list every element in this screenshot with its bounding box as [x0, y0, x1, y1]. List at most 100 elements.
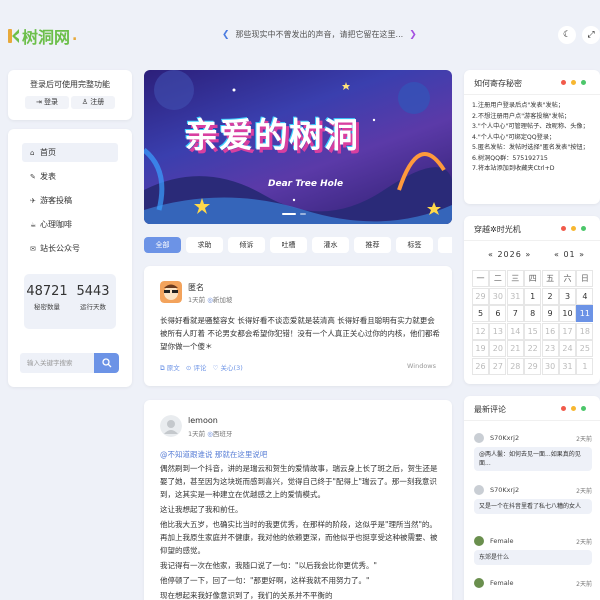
- post-paragraph: 他比我大五岁，也确实比当时的我更优秀，在那样的阶段，这似乎是"理所当然"的。再加…: [160, 520, 438, 555]
- tag-label[interactable]: 标签: [396, 237, 433, 253]
- post-card: 匿名 1天前 ◎新加坡 长得好看就是骚整容女 长得好看不谈恋爱就是装清高 长得好…: [144, 266, 452, 386]
- month-selector[interactable]: « 01 »: [554, 250, 585, 259]
- stat-value: 48721: [26, 284, 68, 299]
- avatar: [474, 578, 484, 588]
- top-bar: 树洞网 . ❮ 那些现实中不曾发出的声音，请把它留在这里... ❯ ☾ ⤢: [0, 0, 600, 66]
- rule-line: 2.不想注册用户点"游客投稿"发帖；: [472, 112, 571, 120]
- nav-item-coffee[interactable]: ☕ 心理咖啡: [22, 215, 118, 234]
- search-input[interactable]: 输入关键字搜索: [20, 353, 94, 373]
- calendar-day[interactable]: 24: [559, 340, 576, 358]
- login-prompt: 登录后可使用完整功能: [30, 80, 110, 89]
- mention-link[interactable]: @不知道跟谁说 那就在这里说吧: [160, 448, 440, 461]
- nav-item-post[interactable]: ✎ 发表: [22, 167, 118, 186]
- register-button[interactable]: ♙ 注册: [71, 96, 115, 109]
- post-author[interactable]: 匿名: [188, 282, 204, 293]
- calendar-day[interactable]: 17: [559, 322, 576, 340]
- calendar-day[interactable]: 19: [472, 340, 489, 358]
- calendar-day[interactable]: 2: [541, 287, 559, 305]
- tag-confide[interactable]: 倾诉: [228, 237, 265, 253]
- comment-label: 评论: [193, 364, 207, 372]
- weekday-header: 一: [472, 270, 489, 287]
- calendar-day[interactable]: 18: [576, 322, 594, 340]
- calendar-day[interactable]: 15: [524, 322, 542, 340]
- stat-secrets: 48721 秘密数量: [24, 284, 70, 311]
- calendar-day[interactable]: 25: [576, 340, 594, 358]
- rule-line: 3."个人中心"可管理帖子、改昵称、头像；: [472, 123, 589, 130]
- calendar-day[interactable]: 16: [541, 322, 559, 340]
- window-dots: [561, 226, 586, 231]
- tag-rant[interactable]: 吐槽: [270, 237, 307, 253]
- comments-title: 最新评论: [474, 405, 506, 414]
- calendar-day[interactable]: 11: [576, 305, 594, 323]
- tag-recommend[interactable]: 推荐: [354, 237, 391, 253]
- calendar-day[interactable]: 30: [541, 358, 559, 375]
- comment-text: 东郊是什么: [474, 550, 592, 565]
- calendar-day[interactable]: 20: [489, 340, 507, 358]
- calendar-day[interactable]: 27: [489, 358, 507, 375]
- tag-help[interactable]: 求助: [186, 237, 223, 253]
- divider: [464, 420, 600, 421]
- tag-chat[interactable]: 灌水: [312, 237, 349, 253]
- rules-list: 1.注册用户登录后点"发表"发帖； 2.不想注册用户点"游客投稿"发帖； 3."…: [472, 101, 594, 175]
- post-paragraph: 我记得有一次在他家，我随口说了一句："以后我会比你更优秀。": [160, 561, 377, 570]
- weekday-header: 四: [524, 270, 542, 287]
- post-location: 新加坡: [212, 296, 233, 304]
- calendar-day[interactable]: 5: [472, 305, 489, 323]
- tag-other[interactable]: 其: [438, 237, 452, 253]
- site-logo[interactable]: 树洞网 .: [8, 24, 77, 48]
- moon-icon[interactable]: ☾: [558, 26, 576, 44]
- nav-item-home[interactable]: ⌂ 首页: [22, 143, 118, 162]
- calendar-day[interactable]: 9: [541, 305, 559, 323]
- stat-label: 运行天数: [80, 303, 106, 311]
- calendar-day[interactable]: 22: [524, 340, 542, 358]
- comment-time: 2天前: [576, 539, 592, 546]
- expand-icon[interactable]: ⤢: [582, 26, 600, 44]
- nav-item-wechat[interactable]: ✉ 站长公众号: [22, 239, 118, 258]
- post-time: 1天前: [188, 296, 206, 304]
- login-card: 登录后可使用完整功能 ⇥ 登录 ♙ 注册: [8, 70, 132, 120]
- calendar-day[interactable]: 13: [489, 322, 507, 340]
- comment-author: Female: [490, 537, 514, 545]
- calendar-day[interactable]: 23: [541, 340, 559, 358]
- nav-label: 站长公众号: [40, 244, 80, 253]
- calendar-day[interactable]: 26: [472, 358, 489, 375]
- marquee-right-icon: ❯: [409, 29, 417, 40]
- calendar-day[interactable]: 1: [576, 358, 594, 375]
- reply-button[interactable]: ⧉ 原文: [160, 364, 180, 372]
- hero-banner[interactable]: 亲爱的树洞 Dear Tree Hole: [144, 70, 452, 224]
- weekday-header: 三: [506, 270, 524, 287]
- weekday-header: 五: [541, 270, 559, 287]
- rule-line: 6.树洞QQ群：575192715: [472, 154, 548, 162]
- comment-button[interactable]: ⊙ 评论: [186, 364, 207, 372]
- calendar-day[interactable]: 8: [524, 305, 542, 323]
- calendar-day[interactable]: 6: [489, 305, 507, 323]
- avatar[interactable]: [160, 281, 182, 303]
- nav-label: 游客投稿: [40, 196, 72, 205]
- tag-all[interactable]: 全部: [144, 237, 181, 253]
- nav-item-guest[interactable]: ✈ 游客投稿: [22, 191, 118, 210]
- calendar-day[interactable]: 10: [559, 305, 576, 323]
- calendar-day[interactable]: 30: [489, 287, 507, 305]
- avatar: [474, 433, 484, 443]
- calendar-day[interactable]: 4: [576, 287, 594, 305]
- rule-line: 1.注册用户登录后点"发表"发帖；: [472, 102, 565, 109]
- calendar-day[interactable]: 21: [506, 340, 524, 358]
- calendar-day[interactable]: 7: [506, 305, 524, 323]
- post-author[interactable]: lemoon: [188, 416, 218, 425]
- calendar-day[interactable]: 28: [506, 358, 524, 375]
- calendar-day[interactable]: 29: [472, 287, 489, 305]
- calendar-day[interactable]: 29: [524, 358, 542, 375]
- marquee: ❮ 那些现实中不曾发出的声音，请把它留在这里... ❯: [222, 29, 417, 40]
- calendar-day[interactable]: 31: [506, 287, 524, 305]
- calendar-day[interactable]: 12: [472, 322, 489, 340]
- window-dots: [561, 406, 586, 411]
- year-selector[interactable]: « 2026 »: [488, 250, 531, 259]
- login-button[interactable]: ⇥ 登录: [25, 96, 69, 109]
- calendar-day[interactable]: 14: [506, 322, 524, 340]
- like-button[interactable]: ♡ 关心(3): [213, 364, 243, 372]
- calendar-day[interactable]: 31: [559, 358, 576, 375]
- calendar-day[interactable]: 1: [524, 287, 542, 305]
- search-button[interactable]: [94, 353, 119, 373]
- avatar[interactable]: [160, 415, 182, 437]
- calendar-day[interactable]: 3: [559, 287, 576, 305]
